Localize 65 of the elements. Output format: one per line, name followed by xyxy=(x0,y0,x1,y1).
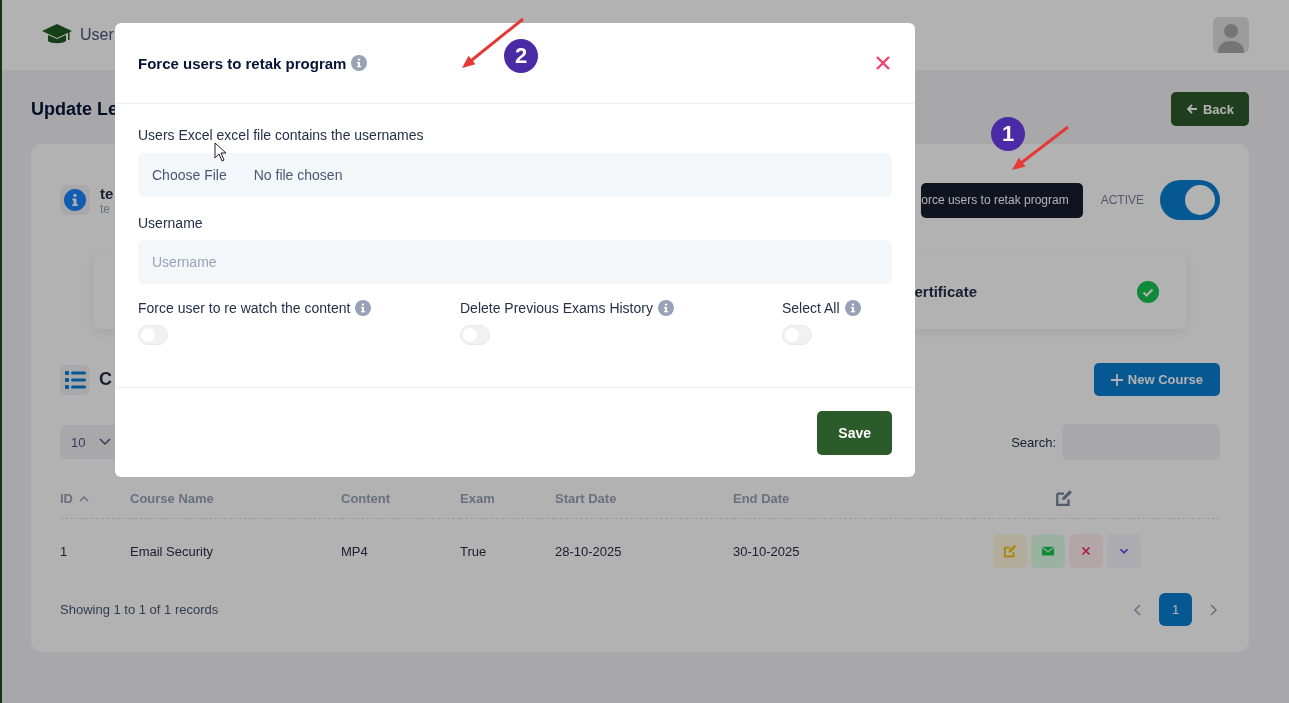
table-cell: Email Security xyxy=(130,543,214,559)
username-label: Username xyxy=(138,215,204,231)
file-field[interactable]: Choose File No file chosen xyxy=(138,153,892,197)
envelope-button[interactable] xyxy=(1031,534,1065,568)
column-label: Exam xyxy=(460,490,495,506)
records-info: Showing 1 to 1 of 1 records xyxy=(60,602,219,617)
chevron-down-icon xyxy=(99,438,112,446)
edit-button[interactable] xyxy=(993,534,1027,568)
column-label: Course Name xyxy=(130,490,214,506)
option-toggle[interactable] xyxy=(782,325,812,345)
column-label: ID xyxy=(60,490,73,506)
column-label: Content xyxy=(341,490,391,506)
sort-caret-icon xyxy=(79,494,89,502)
modal-title: Force users to retak program xyxy=(138,54,347,72)
choose-file-button[interactable]: Choose File xyxy=(152,167,227,183)
column-header[interactable]: ID xyxy=(60,478,130,519)
info-icon xyxy=(351,55,368,71)
column-label: End Date xyxy=(733,490,790,506)
table-cell: MP4 xyxy=(341,543,368,559)
plus-icon xyxy=(1110,373,1123,386)
file-status: No file chosen xyxy=(253,167,343,183)
brand-name: User xyxy=(80,26,114,44)
option-label: Force user to re watch the content xyxy=(138,300,351,316)
option-label: Delete Previous Exams History xyxy=(460,300,653,316)
program-subtitle: te xyxy=(100,201,111,216)
username-field[interactable]: Username xyxy=(138,240,892,284)
step-badge: 1 xyxy=(991,117,1025,151)
option-toggle[interactable] xyxy=(138,325,168,345)
column-label: Start Date xyxy=(555,490,617,506)
option-label: Select All xyxy=(782,300,840,316)
status-label: ACTIVE xyxy=(1100,193,1144,207)
save-button[interactable]: Save xyxy=(817,411,892,455)
retake-program-button[interactable]: orce users to retak program xyxy=(921,182,1083,218)
envelope-icon xyxy=(1041,544,1055,558)
column-header[interactable]: End Date xyxy=(733,478,973,519)
search-label: Search: xyxy=(1011,434,1056,450)
program-name: te xyxy=(100,184,114,202)
info-icon xyxy=(657,300,674,316)
chevron-down-button[interactable] xyxy=(1107,534,1141,568)
edit-icon xyxy=(1003,544,1017,558)
column-header[interactable]: Start Date xyxy=(555,478,733,519)
page-button[interactable]: 1 xyxy=(1159,593,1192,626)
close-icon xyxy=(1079,544,1093,558)
courses-title: C xyxy=(99,369,112,390)
file-label: Users Excel excel file contains the usernames xyxy=(138,127,425,143)
table-cell: 28-10-2025 xyxy=(555,543,622,559)
option-toggle[interactable] xyxy=(460,325,490,345)
arrow-left-icon xyxy=(1185,103,1198,115)
edit-icon xyxy=(1055,489,1073,507)
column-header[interactable]: Exam xyxy=(460,478,555,519)
back-button[interactable]: Back xyxy=(1170,92,1249,126)
info-icon xyxy=(64,189,86,211)
mouse-cursor-icon xyxy=(214,142,227,162)
close-button[interactable] xyxy=(1069,534,1103,568)
table-cell: True xyxy=(460,543,487,559)
certificate-label: ertificate xyxy=(914,283,977,300)
info-icon xyxy=(355,300,372,316)
column-header[interactable]: Content xyxy=(341,478,460,519)
close-icon[interactable] xyxy=(874,54,892,72)
table-cell: 1 xyxy=(60,543,68,559)
info-icon xyxy=(844,300,861,316)
table-cell: 30-10-2025 xyxy=(733,543,800,559)
new-course-button[interactable]: New Course xyxy=(1093,363,1220,396)
active-toggle[interactable] xyxy=(1160,180,1220,220)
column-header[interactable]: Course Name xyxy=(130,478,341,519)
